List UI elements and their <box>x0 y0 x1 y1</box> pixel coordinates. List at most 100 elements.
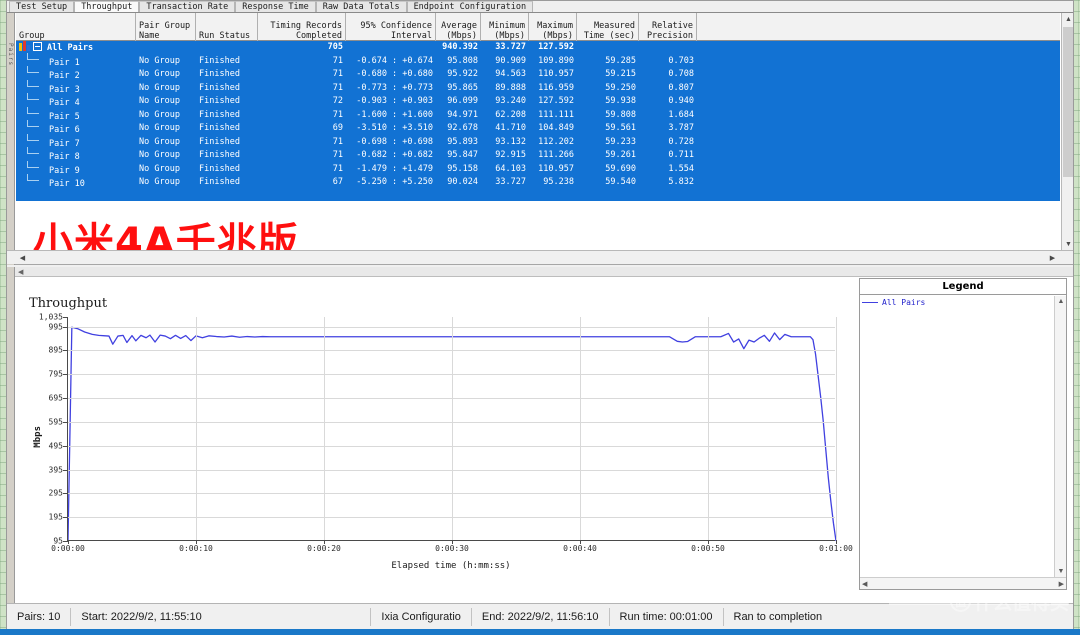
table-row[interactable]: Pair 1 No Group Finished 71 -0.674 : +0.674 9… <box>16 52 1060 69</box>
plot-container: Throughput Mbps 1,035 995 895 795 695 595 495 3… <box>15 278 855 605</box>
table-row[interactable]: Pair 6 No Group Finished 69 -3.510 : +3.510 9… <box>16 120 1060 136</box>
cell-timing_records: 71 <box>332 136 343 147</box>
scroll-left-icon[interactable]: ◀ <box>15 268 23 276</box>
gridline-vertical <box>452 317 453 540</box>
cell-run_status: Finished <box>199 82 240 93</box>
cell-minimum: 93.132 <box>495 136 526 147</box>
tab-throughput[interactable]: Throughput <box>74 1 140 12</box>
scroll-right-icon[interactable]: ▶ <box>1059 578 1064 590</box>
column-header-7[interactable]: Maximum (Mbps) <box>529 13 577 41</box>
y-tick-label: 295 <box>48 488 63 498</box>
column-header-9[interactable]: Relative Precision <box>639 13 697 41</box>
cell-pair_group_name: No Group <box>139 96 180 107</box>
x-tick-label: 0:00:20 <box>307 544 341 553</box>
cell-minimum: 94.563 <box>495 69 526 80</box>
cell-minimum: 33.727 <box>495 177 526 188</box>
cell-timing_records: 705 <box>327 42 343 53</box>
table-row[interactable]: Pair 7 No Group Finished 71 -0.698 : +0.698 9… <box>16 133 1060 150</box>
cell-average: 95.865 <box>447 82 478 93</box>
table-row[interactable]: Pair 4 No Group Finished 72 -0.903 : +0.903 9… <box>16 93 1060 109</box>
cell-average: 95.808 <box>447 55 478 66</box>
cell-run_status: Finished <box>199 109 240 120</box>
cell-maximum: 127.592 <box>538 42 574 53</box>
cell-average: 95.922 <box>447 69 478 80</box>
cell-relative_precision: 0.807 <box>668 82 694 93</box>
status-run-time: Run time: 00:01:00 <box>610 607 724 626</box>
scroll-down-icon[interactable]: ▼ <box>1055 568 1067 575</box>
table-row[interactable]: Pair 5 No Group Finished 71 -1.600 : +1.600 9… <box>16 106 1060 123</box>
cell-minimum: 41.710 <box>495 123 526 134</box>
cell-measured_time: 59.250 <box>605 82 636 93</box>
cell-measured_time: 59.285 <box>605 55 636 66</box>
scroll-left-icon[interactable]: ◀ <box>862 578 867 590</box>
column-header-4[interactable]: 95% Confidence Interval <box>346 13 436 41</box>
chart-left-rail <box>7 267 15 605</box>
gridline-vertical <box>580 317 581 540</box>
cell-maximum: 109.890 <box>538 55 574 66</box>
tree-branch-icon <box>19 160 49 173</box>
cell-run_status: Finished <box>199 69 240 80</box>
column-header-2[interactable]: Run Status <box>196 13 258 41</box>
cell-minimum: 33.727 <box>495 42 526 53</box>
tab-raw-data-totals[interactable]: Raw Data Totals <box>315 1 407 12</box>
table-row[interactable]: Pair 2 No Group Finished 71 -0.680 : +0.680 9… <box>16 66 1060 82</box>
scroll-left-icon[interactable]: ◀ <box>16 251 29 264</box>
cell-average: 95.158 <box>447 163 478 174</box>
tab-response-time[interactable]: Response Time <box>235 1 316 12</box>
cell-confidence_interval: -0.680 : +0.680 <box>356 69 433 80</box>
tree-branch-icon <box>19 66 49 78</box>
cell-relative_precision: 3.787 <box>668 123 694 134</box>
scroll-up-icon[interactable]: ▲ <box>1055 298 1067 305</box>
table-row[interactable]: Pair 9 No Group Finished 71 -1.479 : +1.479 9… <box>16 160 1060 177</box>
cell-measured_time: 59.690 <box>605 163 636 174</box>
column-header-6[interactable]: Minimum (Mbps) <box>481 13 529 41</box>
x-tick-label: 0:01:00 <box>819 544 853 553</box>
tab-test-setup[interactable]: Test Setup <box>9 1 75 12</box>
cell-measured_time: 59.808 <box>605 109 636 120</box>
scroll-right-icon[interactable]: ▶ <box>1046 251 1059 264</box>
cell-timing_records: 71 <box>332 150 343 161</box>
table-row[interactable]: Pair 3 No Group Finished 71 -0.773 : +0.773 9… <box>16 79 1060 96</box>
column-header-5[interactable]: Average (Mbps) <box>436 13 481 41</box>
cell-confidence_interval: -0.773 : +0.773 <box>356 82 433 93</box>
tree-branch-icon <box>19 52 49 65</box>
legend-label: All Pairs <box>882 298 926 307</box>
table-row[interactable]: Pair 8 No Group Finished 71 -0.682 : +0.682 9… <box>16 147 1060 163</box>
chart-title: Throughput <box>29 296 108 311</box>
status-bar: Pairs: 10 Start: 2022/9/2, 11:55:10 Ixia… <box>7 603 1073 629</box>
chart-top-scrollbar[interactable]: ◀ <box>15 267 1073 277</box>
tab-endpoint-configuration[interactable]: Endpoint Configuration <box>406 1 534 12</box>
cell-timing_records: 69 <box>332 123 343 134</box>
cell-minimum: 92.915 <box>495 150 526 161</box>
grid-horizontal-scrollbar[interactable]: ◀ ▶ <box>7 250 1073 264</box>
column-header-3[interactable]: Timing Records Completed <box>258 13 346 41</box>
legend-horizontal-scrollbar[interactable]: ◀ ▶ <box>860 577 1066 589</box>
column-header-0[interactable]: Group <box>16 13 136 41</box>
collapse-icon[interactable] <box>33 41 42 51</box>
cell-run_status: Finished <box>199 96 240 107</box>
grid-scroll-thumb[interactable] <box>1063 27 1073 177</box>
cell-timing_records: 71 <box>332 55 343 66</box>
table-row[interactable]: Pair 10 No Group Finished 67 -5.250 : +5.250… <box>16 174 1060 190</box>
status-start-time: Start: 2022/9/2, 11:55:10 <box>71 607 372 626</box>
tree-branch-icon <box>19 79 49 92</box>
cell-maximum: 110.957 <box>538 163 574 174</box>
legend-vertical-scrollbar[interactable]: ▲ ▼ <box>1054 296 1066 577</box>
cell-timing_records: 71 <box>332 109 343 120</box>
cell-confidence_interval: -0.682 : +0.682 <box>356 150 433 161</box>
pair-label: Pair 10 <box>49 179 85 190</box>
cell-maximum: 116.959 <box>538 82 574 93</box>
column-header-1[interactable]: Pair Group Name <box>136 13 196 41</box>
cell-average: 96.099 <box>447 96 478 107</box>
column-header-8[interactable]: Measured Time (sec) <box>577 13 639 41</box>
table-row-total[interactable]: All Pairs 705 940.392 33.727 127.592 <box>16 41 1060 55</box>
grid-vertical-scrollbar[interactable]: ▲ ▼ <box>1061 13 1073 251</box>
tab-transaction-rate[interactable]: Transaction Rate <box>139 1 236 12</box>
cell-timing_records: 71 <box>332 163 343 174</box>
cell-run_status: Finished <box>199 136 240 147</box>
legend-item[interactable]: All Pairs <box>860 295 1066 307</box>
scroll-up-icon[interactable]: ▲ <box>1062 13 1073 26</box>
cell-measured_time: 59.561 <box>605 123 636 134</box>
cell-minimum: 64.103 <box>495 163 526 174</box>
plot-area: 1,035 995 895 795 695 595 495 395 295 195 95 0:00:0… <box>39 313 853 554</box>
